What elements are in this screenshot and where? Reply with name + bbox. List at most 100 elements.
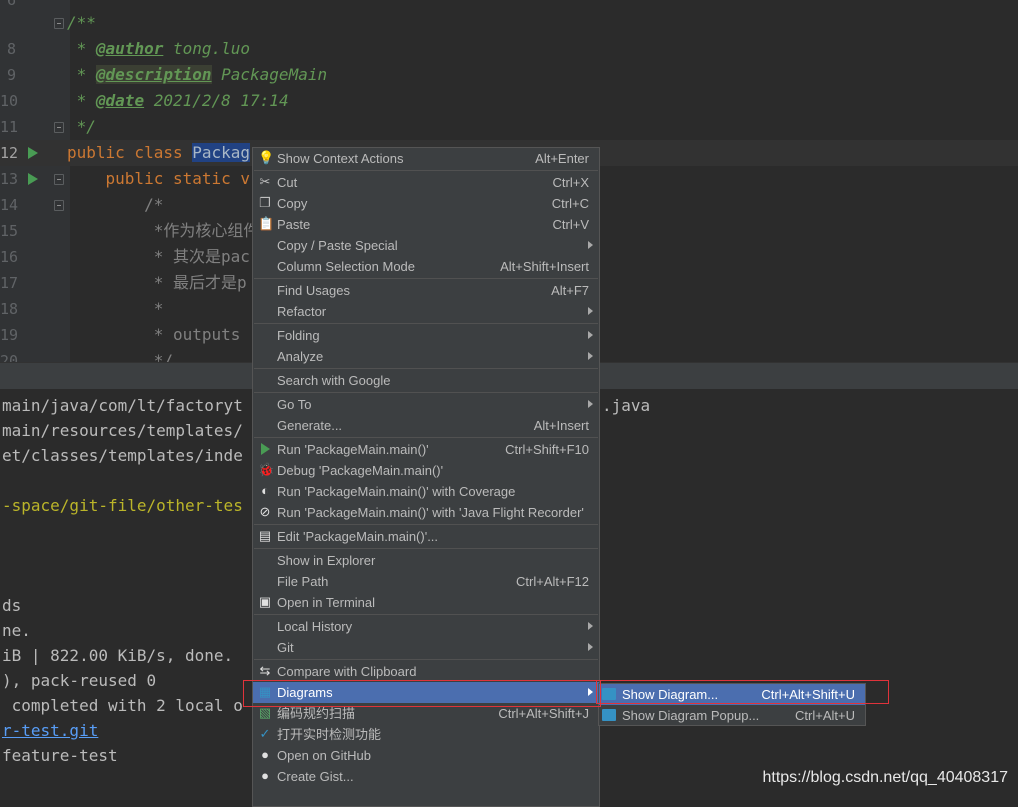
menu-item-open-on-github[interactable]: ● Open on GitHub	[253, 745, 599, 766]
code-text: * @description PackageMain	[67, 62, 327, 88]
menu-item-paste[interactable]: 📋 Paste Ctrl+V	[253, 214, 599, 235]
menu-item-folding[interactable]: Folding	[253, 325, 599, 346]
watermark: https://blog.csdn.net/qq_40408317	[762, 769, 1008, 786]
menu-item-diagrams[interactable]: ▦ Diagrams	[253, 682, 599, 703]
console-line: completed with 2 local o	[2, 696, 243, 715]
menu-separator	[254, 614, 598, 615]
menu-item-file-path[interactable]: File Path Ctrl+Alt+F12	[253, 571, 599, 592]
menu-item-refactor[interactable]: Refactor	[253, 301, 599, 322]
line-number: 16	[0, 248, 19, 266]
github-icon: ●	[261, 747, 269, 762]
javadoc-value: PackageMain	[211, 65, 328, 84]
menu-item-run-packagemain-main[interactable]: Run 'PackageMain.main()' Ctrl+Shift+F10	[253, 439, 599, 460]
javadoc-tag: @date	[95, 91, 145, 110]
code-line: 11 */	[0, 114, 1018, 140]
compare-icon: ⇆	[259, 663, 271, 678]
menu-item-item-35[interactable]: ▧ 编码规约扫描 Ctrl+Alt+Shift+J	[253, 703, 599, 724]
javadoc-value: 2021/2/8 17:14	[144, 91, 289, 110]
menu-item-label: Edit 'PackageMain.main()'...	[277, 529, 439, 544]
submenu-item-shortcut: Ctrl+Alt+U	[795, 708, 855, 723]
code-line: 8 * @author tong.luo	[0, 36, 1018, 62]
menu-item-label: Local History	[277, 619, 353, 634]
run-gutter-icon[interactable]	[28, 173, 38, 185]
menu-item-compare-with-clipboard[interactable]: ⇆ Compare with Clipboard	[253, 661, 599, 682]
menu-item-cut[interactable]: ✂ Cut Ctrl+X	[253, 172, 599, 193]
code-text: /*	[67, 192, 163, 218]
menu-item-create-gist[interactable]: ● Create Gist...	[253, 766, 599, 787]
submenu-item-show-diagram-popup[interactable]: Show Diagram Popup... Ctrl+Alt+U	[599, 705, 865, 726]
menu-item-show-in-explorer[interactable]: Show in Explorer	[253, 550, 599, 571]
console-line[interactable]: r-test.git	[2, 718, 98, 743]
fold-toggle-icon[interactable]	[54, 18, 64, 29]
line-number: 15	[0, 222, 19, 240]
menu-item-label: Debug 'PackageMain.main()'	[277, 463, 444, 478]
submenu-arrow-icon	[588, 331, 593, 339]
menu-item-show-context-actions[interactable]: 💡 Show Context Actions Alt+Enter	[253, 148, 599, 169]
submenu-arrow-icon	[588, 241, 593, 249]
menu-item-run-packagemain-main-with-java-flight-recorder[interactable]: ⊘ Run 'PackageMain.main()' with 'Java Fli…	[253, 502, 599, 523]
diagram-icon: ▦	[258, 684, 272, 699]
menu-item-column-selection-mode[interactable]: Column Selection Mode Alt+Shift+Insert	[253, 256, 599, 277]
menu-item-label: Folding	[277, 328, 320, 343]
code-text: */	[67, 348, 173, 362]
code-text: * 最后才是p	[67, 270, 247, 296]
console-line: feature-test	[2, 746, 118, 765]
line-number: 19	[0, 326, 19, 344]
submenu-arrow-icon	[588, 307, 593, 315]
menu-item-copy-paste-special[interactable]: Copy / Paste Special	[253, 235, 599, 256]
scan-icon: ▧	[258, 705, 272, 720]
menu-item-run-packagemain-main-with-coverage[interactable]: ◐ Run 'PackageMain.main()' with Coverage	[253, 481, 599, 502]
diagrams-submenu: Show Diagram... Ctrl+Alt+Shift+U Show Diag…	[598, 683, 866, 726]
menu-separator	[254, 323, 598, 324]
menu-item-go-to[interactable]: Go To	[253, 394, 599, 415]
code-line: 9 * @description PackageMain	[0, 62, 1018, 88]
comment-text: *作为核心组件	[67, 221, 260, 240]
line-number: 12	[0, 144, 19, 162]
fold-toggle-icon[interactable]	[54, 122, 64, 133]
menu-item-open-in-terminal[interactable]: ▣ Open in Terminal	[253, 592, 599, 613]
menu-item-shortcut: Ctrl+X	[552, 175, 589, 190]
fold-toggle-icon[interactable]	[54, 200, 64, 211]
code-line: 10 * @date 2021/2/8 17:14	[0, 88, 1018, 114]
menu-item-shortcut: Alt+Shift+Insert	[500, 259, 589, 274]
menu-item-search-with-google[interactable]: Search with Google	[253, 370, 599, 391]
menu-item-find-usages[interactable]: Find Usages Alt+F7	[253, 280, 599, 301]
selected-identifier: Packag	[192, 143, 251, 162]
menu-item-git[interactable]: Git	[253, 637, 599, 658]
menu-item-label: Diagrams	[277, 685, 333, 700]
console-line: ne.	[2, 621, 31, 640]
menu-separator	[254, 278, 598, 279]
menu-item-edit-packagemain-main[interactable]: ▤ Edit 'PackageMain.main()'...	[253, 526, 599, 547]
code-line: /**	[0, 10, 1018, 36]
diagram-popup-icon	[602, 709, 616, 721]
menu-item-label: Run 'PackageMain.main()' with Coverage	[277, 484, 516, 499]
menu-item-label: Show Context Actions	[277, 151, 404, 166]
menu-item-copy[interactable]: ❐ Copy Ctrl+C	[253, 193, 599, 214]
menu-item-item-36[interactable]: ✓ 打开实时检测功能	[253, 724, 599, 745]
fold-toggle-icon[interactable]	[54, 174, 64, 185]
menu-item-label: Refactor	[277, 304, 327, 319]
menu-item-debug-packagemain-main[interactable]: 🐞 Debug 'PackageMain.main()'	[253, 460, 599, 481]
menu-separator	[254, 392, 598, 393]
run-gutter-icon[interactable]	[28, 147, 38, 159]
comment-text: /*	[67, 195, 164, 214]
menu-item-local-history[interactable]: Local History	[253, 616, 599, 637]
console-line: iB | 822.00 KiB/s, done.	[2, 646, 234, 665]
gist-icon: ●	[261, 768, 269, 783]
menu-separator	[254, 524, 598, 525]
menu-item-label: Run 'PackageMain.main()'	[277, 442, 429, 457]
submenu-arrow-icon	[588, 688, 593, 696]
menu-item-shortcut: Ctrl+Alt+Shift+J	[498, 706, 589, 721]
code-text: * outputs	[67, 322, 241, 348]
menu-item-analyze[interactable]: Analyze	[253, 346, 599, 367]
line-number: 18	[0, 300, 19, 318]
code-text: * 其次是pac	[67, 244, 250, 270]
realtime-check-icon: ✓	[259, 726, 271, 741]
comment-text: *	[67, 299, 164, 318]
menu-item-shortcut: Ctrl+V	[552, 217, 589, 232]
submenu-arrow-icon	[588, 352, 593, 360]
line-number: 11	[0, 118, 19, 136]
menu-item-generate[interactable]: Generate... Alt+Insert	[253, 415, 599, 436]
menu-item-shortcut: Alt+F7	[551, 283, 589, 298]
submenu-item-show-diagram[interactable]: Show Diagram... Ctrl+Alt+Shift+U	[599, 684, 865, 705]
